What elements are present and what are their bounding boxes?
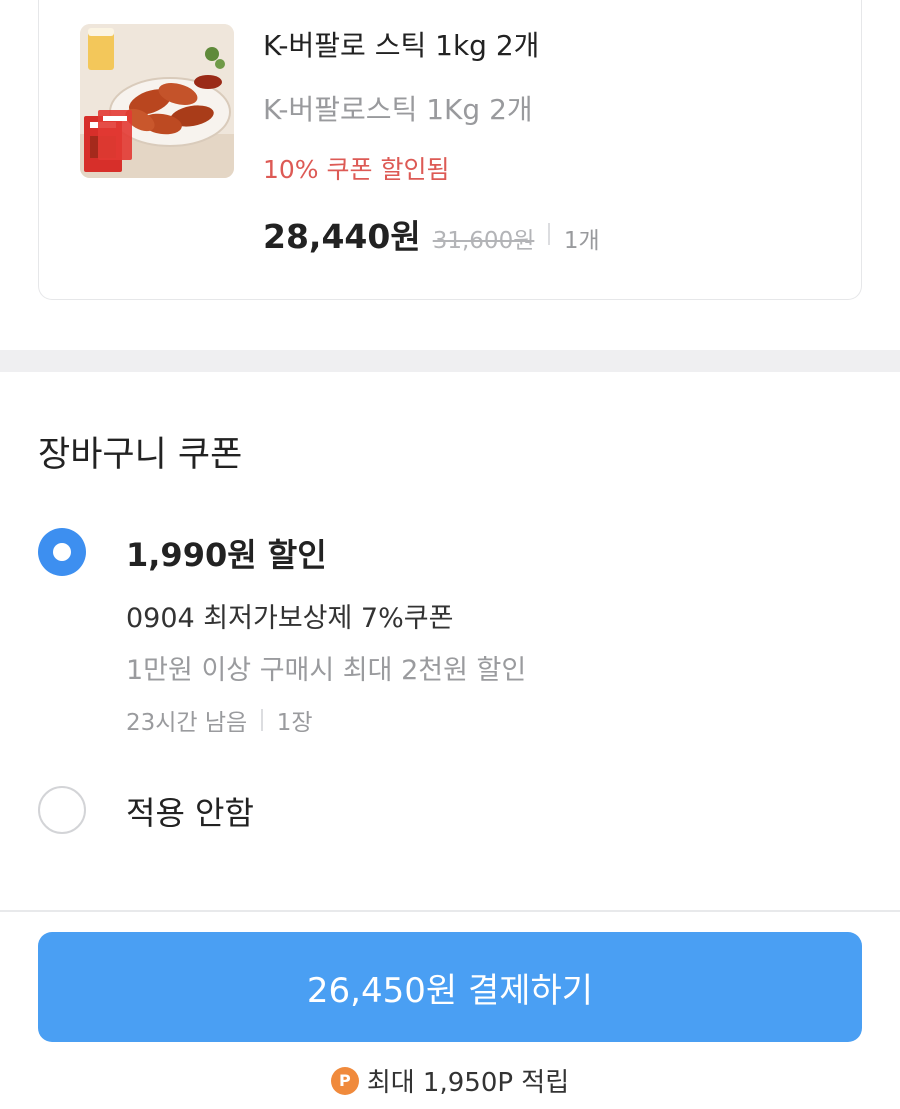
radio-checked-icon[interactable]	[38, 528, 86, 576]
product-original-price: 31,600원	[432, 228, 535, 254]
coupon-count: 1장	[276, 710, 313, 736]
product-thumbnail[interactable]	[80, 24, 234, 178]
pay-button[interactable]: 26,450원 결제하기	[38, 932, 862, 1042]
coupon-time-left: 23시간 남음	[126, 710, 248, 736]
point-coin-icon: P	[330, 1066, 359, 1095]
points-text: 최대 1,950P 적립	[366, 1068, 570, 1098]
divider	[548, 223, 550, 245]
coupon-discount-amount[interactable]: 1,990원 할인	[126, 530, 327, 576]
product-name[interactable]: K-버팔로 스틱 1kg 2개	[263, 24, 539, 64]
product-price-row: 28,440원 31,600원 1개	[263, 210, 600, 258]
product-coupon-applied: 10% 쿠폰 할인됨	[263, 155, 450, 184]
product-sale-price: 28,440원	[263, 217, 421, 256]
section-divider	[0, 350, 900, 372]
chicken-wings-image	[80, 24, 234, 178]
no-coupon-option[interactable]: 적용 안함	[126, 788, 254, 834]
cart-product-card: K-버팔로 스틱 1kg 2개 K-버팔로스틱 1Kg 2개 10% 쿠폰 할인…	[38, 0, 862, 300]
coupon-name: 0904 최저가보상제 7%쿠폰	[126, 603, 454, 634]
divider	[261, 709, 263, 731]
radio-unchecked-icon[interactable]	[38, 786, 86, 834]
bottom-bar-divider	[0, 910, 900, 912]
coupon-meta: 23시간 남음 1장	[126, 703, 313, 737]
points-info: P 최대 1,950P 적립	[0, 1062, 900, 1099]
coupon-condition: 1만원 이상 구매시 최대 2천원 할인	[126, 655, 527, 686]
product-option: K-버팔로스틱 1Kg 2개	[263, 93, 533, 126]
product-quantity: 1개	[563, 228, 600, 254]
cart-coupon-title: 장바구니 쿠폰	[38, 435, 243, 475]
